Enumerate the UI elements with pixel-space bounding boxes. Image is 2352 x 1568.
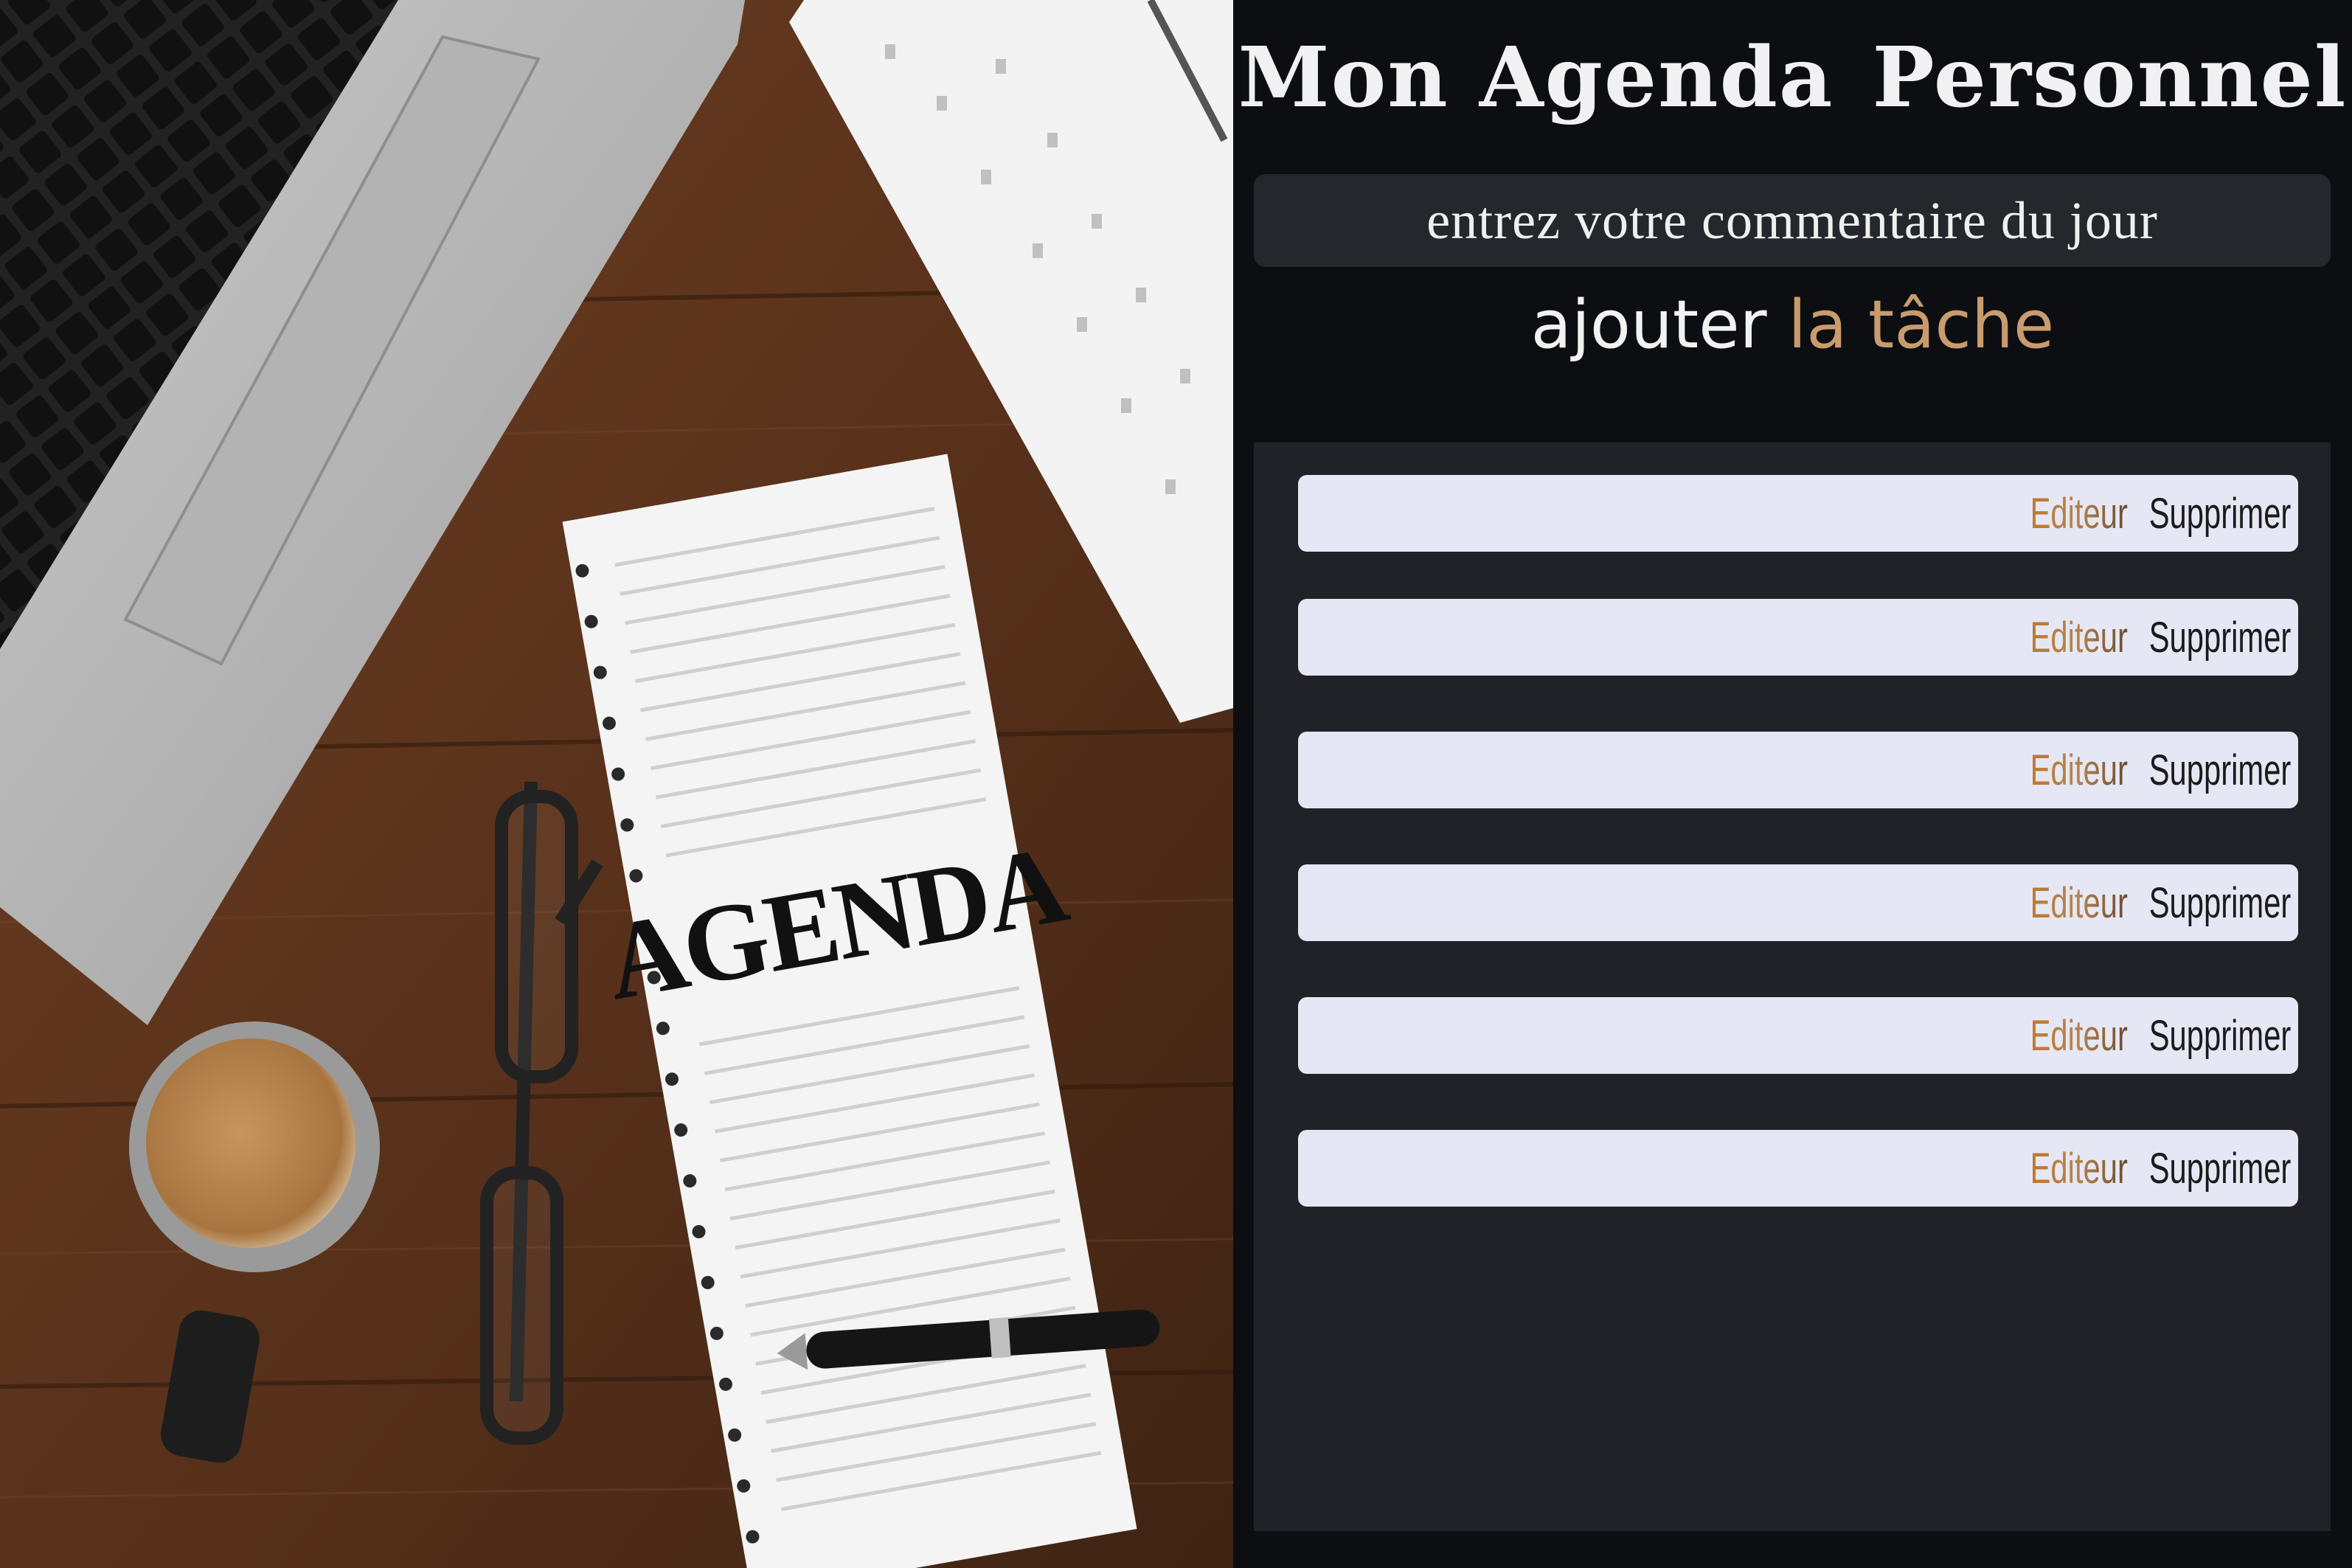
edit-button[interactable]: Editeur bbox=[2030, 746, 2127, 795]
task-actions: Editeur Supprimer bbox=[2030, 1130, 2291, 1207]
task-actions: Editeur Supprimer bbox=[2030, 997, 2291, 1074]
edit-button[interactable]: Editeur bbox=[2030, 613, 2127, 662]
task-item: Editeur Supprimer bbox=[1298, 997, 2298, 1074]
edit-button[interactable]: Editeur bbox=[2030, 878, 2127, 928]
page-title: Mon Agenda Personnel bbox=[1233, 30, 2352, 126]
delete-button[interactable]: Supprimer bbox=[2148, 1011, 2291, 1061]
delete-button[interactable]: Supprimer bbox=[2148, 878, 2291, 928]
delete-button[interactable]: Supprimer bbox=[2148, 489, 2291, 538]
edit-button[interactable]: Editeur bbox=[2030, 489, 2127, 538]
task-actions: Editeur Supprimer bbox=[2030, 599, 2291, 676]
add-task-label: ajouter bbox=[1530, 286, 1767, 364]
delete-button[interactable]: Supprimer bbox=[2148, 1144, 2291, 1193]
comment-input[interactable] bbox=[1254, 174, 2331, 267]
task-item: Editeur Supprimer bbox=[1298, 1130, 2298, 1207]
hero-photo: AGENDA bbox=[0, 0, 1233, 1568]
task-item: Editeur Supprimer bbox=[1298, 475, 2298, 552]
task-item: Editeur Supprimer bbox=[1298, 599, 2298, 676]
coffee bbox=[146, 1038, 355, 1248]
delete-button[interactable]: Supprimer bbox=[2148, 746, 2291, 795]
task-actions: Editeur Supprimer bbox=[2030, 475, 2291, 552]
add-task-label-accent: la tâche bbox=[1788, 286, 2055, 364]
agenda-app: Mon Agenda Personnel ajouter la tâche Edi… bbox=[1233, 0, 2352, 1568]
task-list: Editeur Supprimer Editeur Supprimer Edit… bbox=[1254, 443, 2331, 1531]
desk-illustration: AGENDA bbox=[0, 0, 1233, 1568]
title-part-1: Mon Agenda bbox=[1238, 30, 1834, 126]
delete-button[interactable]: Supprimer bbox=[2148, 613, 2291, 662]
task-actions: Editeur Supprimer bbox=[2030, 864, 2291, 941]
task-actions: Editeur Supprimer bbox=[2030, 732, 2291, 808]
task-item: Editeur Supprimer bbox=[1298, 864, 2298, 941]
add-task-button[interactable]: ajouter la tâche bbox=[1233, 286, 2352, 364]
title-part-2: Personnel bbox=[1872, 30, 2348, 126]
task-item: Editeur Supprimer bbox=[1298, 732, 2298, 808]
edit-button[interactable]: Editeur bbox=[2030, 1144, 2127, 1193]
edit-button[interactable]: Editeur bbox=[2030, 1011, 2127, 1061]
